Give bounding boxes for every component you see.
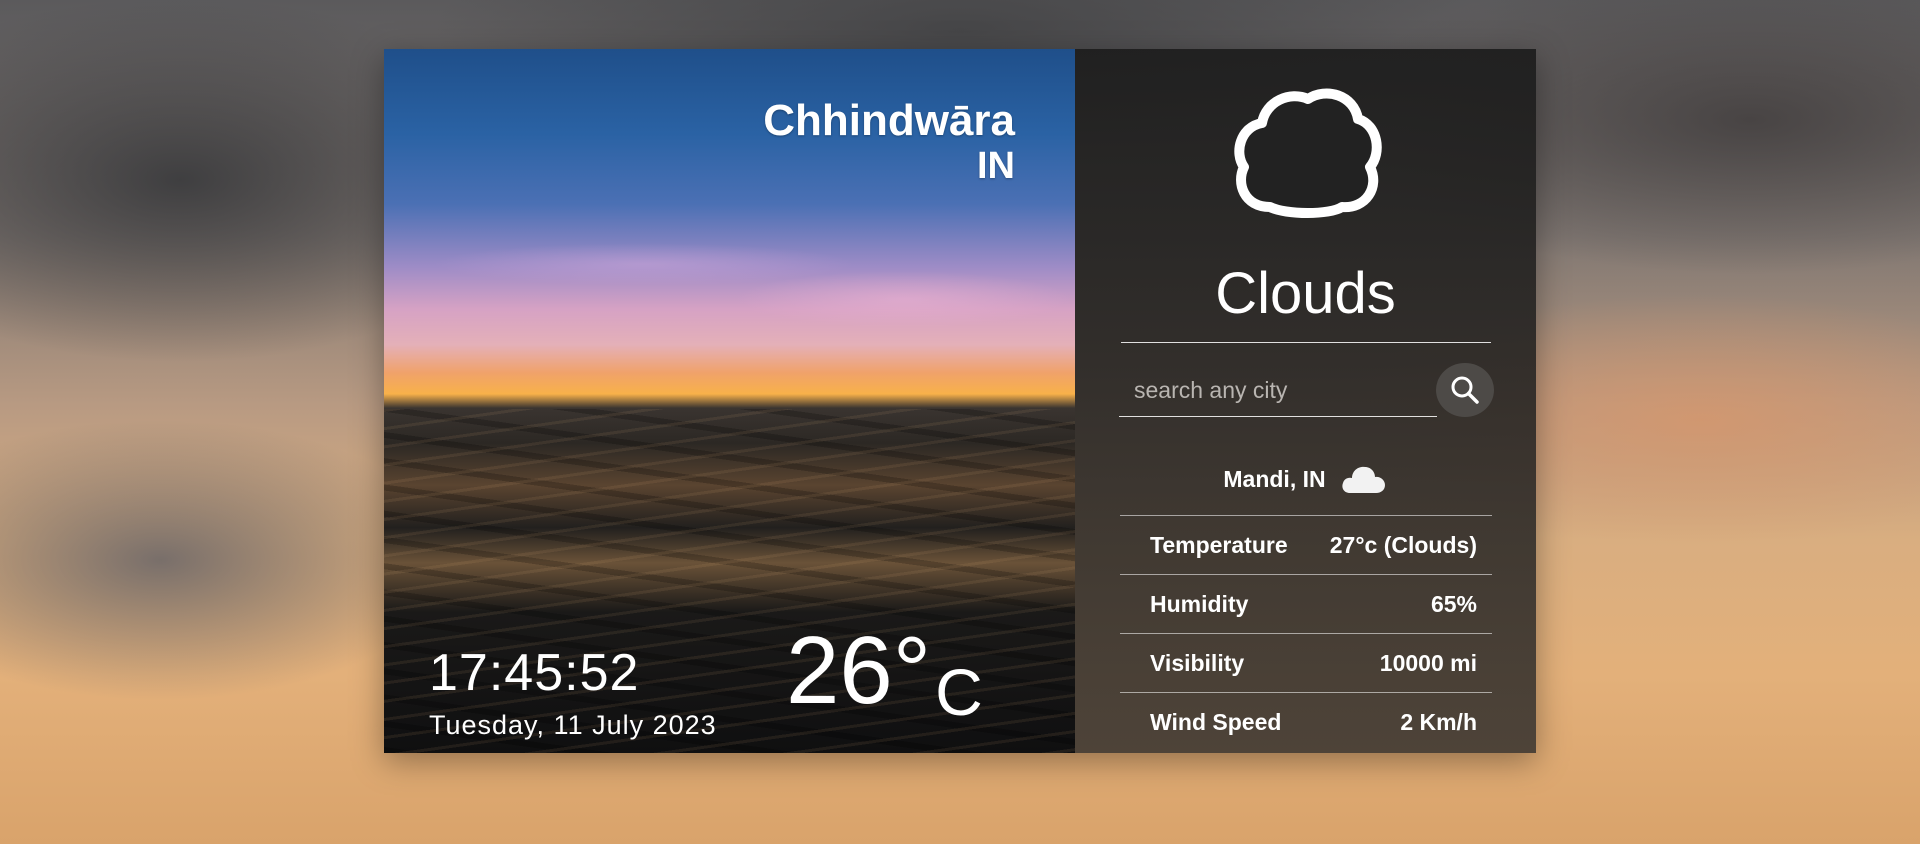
condition-label: Clouds: [1215, 261, 1396, 326]
temperature-unit: C: [935, 655, 983, 729]
detail-label: Temperature: [1150, 531, 1288, 558]
detail-row-humidity: Humidity 65%: [1120, 575, 1492, 634]
search-icon: [1451, 376, 1479, 404]
weather-card: Chhindwāra IN 17:45:52 Tuesday, 11 July …: [384, 49, 1536, 753]
detail-row-visibility: Visibility 10000 mi: [1120, 634, 1492, 693]
current-date: Tuesday, 11 July 2023: [429, 710, 717, 740]
search-result-location: Mandi, IN: [1075, 463, 1536, 495]
city-name: Chhindwāra: [763, 96, 1015, 145]
weather-details-list: Temperature 27°c (Clouds) Humidity 65% V…: [1120, 515, 1492, 751]
current-time: 17:45:52: [429, 643, 640, 702]
cloud-icon: [1341, 466, 1385, 493]
divider: [1121, 342, 1491, 343]
detail-value: 10000 mi: [1379, 649, 1477, 676]
detail-label: Visibility: [1150, 649, 1245, 676]
datetime-block: 17:45:52 Tuesday, 11 July 2023: [429, 642, 717, 741]
forecast-panel: Clouds Mandi, IN Temperature 27°c (Cloud…: [1075, 49, 1536, 753]
detail-value: 27°c (Clouds): [1329, 531, 1477, 558]
temperature-value: 26°: [786, 617, 932, 724]
current-temperature: 26° C: [786, 617, 983, 729]
weather-scene: Chhindwāra IN 17:45:52 Tuesday, 11 July …: [384, 49, 1075, 753]
detail-value: 65%: [1430, 590, 1477, 617]
detail-value: 2 Km/h: [1400, 708, 1477, 735]
detail-row-temperature: Temperature 27°c (Clouds): [1120, 516, 1492, 575]
detail-row-wind-speed: Wind Speed 2 Km/h: [1120, 693, 1492, 751]
location-header: Chhindwāra IN: [763, 96, 1015, 189]
cloud-icon: [1234, 88, 1382, 218]
detail-label: Humidity: [1150, 590, 1249, 617]
search-button[interactable]: [1436, 363, 1494, 417]
country-code: IN: [977, 145, 1015, 188]
result-location-label: Mandi, IN: [1223, 465, 1326, 492]
city-search-input[interactable]: [1119, 365, 1437, 417]
detail-label: Wind Speed: [1150, 708, 1282, 735]
